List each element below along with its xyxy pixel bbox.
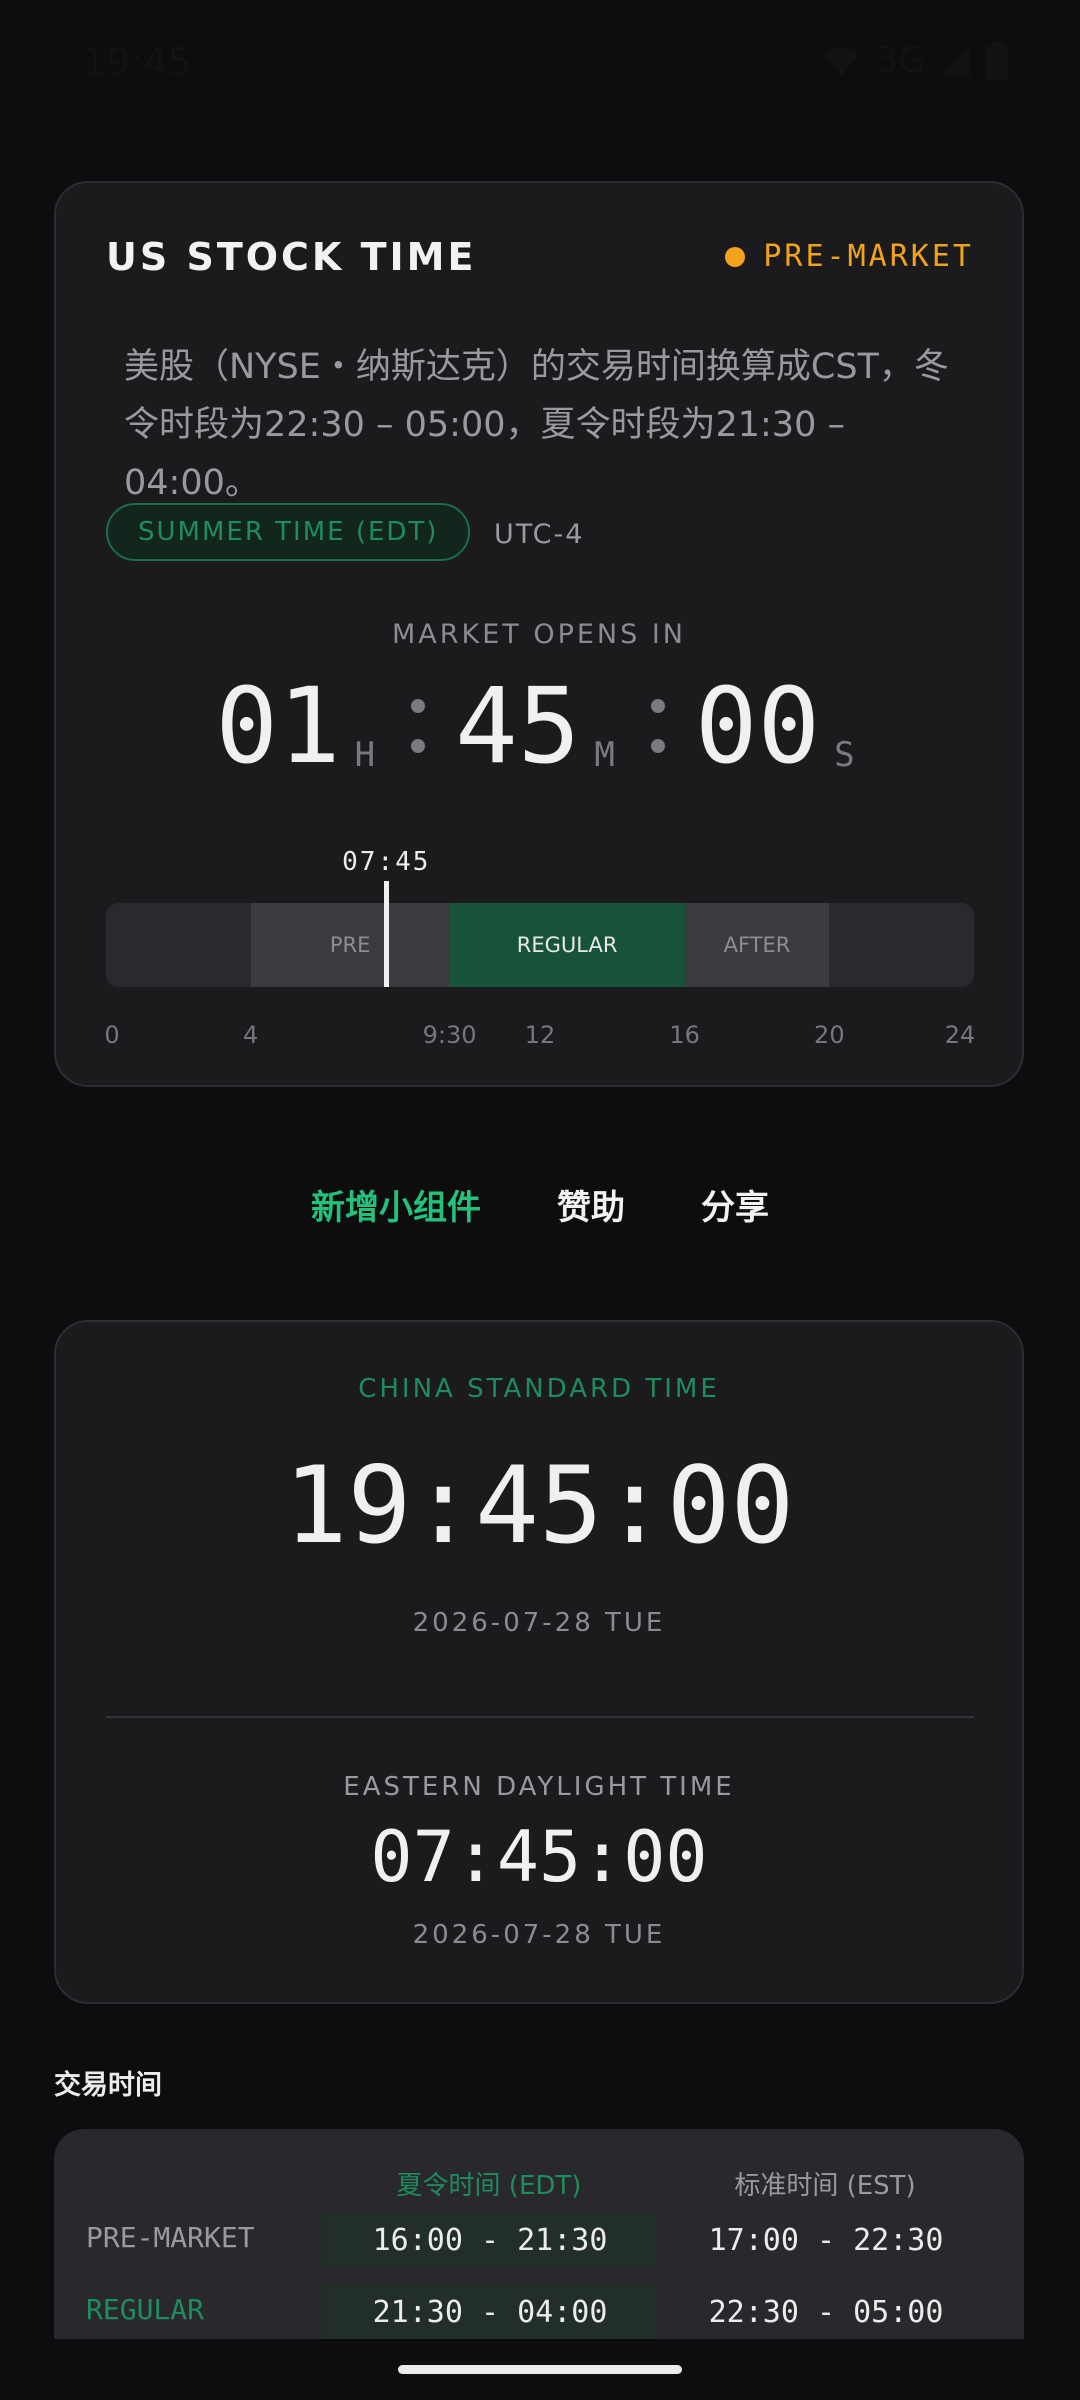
market-status-label: PRE-MARKET bbox=[763, 239, 974, 274]
timeline-tick: 16 bbox=[669, 1021, 700, 1049]
timeline-tick: 0 bbox=[104, 1021, 120, 1049]
timeline-segment-regular: REGULAR bbox=[449, 903, 685, 987]
premarket-est-cell: 17:00 - 22:30 bbox=[708, 2222, 944, 2258]
current-time-label: 07:45 bbox=[342, 847, 431, 877]
premarket-edt-cell: 16:00 - 21:30 bbox=[322, 2212, 658, 2268]
timeline-tick: 20 bbox=[814, 1021, 845, 1049]
row-label-regular: REGULAR bbox=[86, 2293, 205, 2326]
cst-time: 19:45:00 bbox=[283, 1444, 795, 1567]
row-label-premarket: PRE-MARKET bbox=[86, 2221, 255, 2254]
countdown-separator bbox=[411, 671, 426, 781]
divider bbox=[106, 1716, 974, 1718]
utc-offset: UTC-4 bbox=[494, 519, 585, 550]
action-links: 新增小组件 赞助 分享 bbox=[0, 1180, 1080, 1229]
timeline-tick: 9:30 bbox=[422, 1021, 477, 1049]
trading-hours-table: 夏令时间 (EDT) 标准时间 (EST) PRE-MARKET 16:00 -… bbox=[54, 2129, 1024, 2339]
opens-label: MARKET OPENS IN bbox=[391, 619, 687, 650]
wifi-icon bbox=[823, 46, 860, 76]
description: 美股（NYSE・纳斯达克）的交易时间换算成CST，冬令时段为22:30 – 05… bbox=[124, 347, 949, 503]
regular-est-cell: 22:30 - 05:00 bbox=[708, 2294, 944, 2330]
cst-date: 2026-07-28 TUE bbox=[412, 1608, 666, 1638]
timeline-tick: 24 bbox=[944, 1021, 976, 1049]
countdown-hours: 01 bbox=[215, 665, 341, 787]
column-header-edt: 夏令时间 (EDT) bbox=[396, 2171, 582, 2201]
edt-date: 2026-07-28 TUE bbox=[412, 1920, 666, 1950]
market-status: PRE-MARKET bbox=[725, 239, 974, 274]
timeline-tick: 4 bbox=[243, 1021, 259, 1049]
share-link[interactable]: 分享 bbox=[701, 1180, 769, 1229]
edt-time: 07:45:00 bbox=[370, 1816, 708, 1898]
status-bar: 19:45 3G bbox=[0, 0, 1080, 128]
regular-edt-cell: 21:30 - 04:00 bbox=[322, 2284, 658, 2339]
dst-badge: SUMMER TIME (EDT) bbox=[106, 503, 471, 561]
countdown-seconds-unit: S bbox=[834, 735, 855, 775]
status-dot-icon bbox=[725, 246, 746, 267]
sponsor-link[interactable]: 赞助 bbox=[557, 1180, 625, 1229]
countdown-separator bbox=[650, 671, 665, 781]
countdown-minutes: 45 bbox=[455, 665, 581, 787]
timeline-segment-pre: PRE bbox=[250, 903, 450, 987]
edt-label: EASTERN DAYLIGHT TIME bbox=[343, 1772, 735, 1802]
battery-icon bbox=[986, 41, 1008, 80]
countdown-hours-unit: H bbox=[354, 735, 376, 775]
countdown: 01 H 45 M 00 S bbox=[56, 671, 1022, 781]
signal-icon bbox=[942, 45, 970, 76]
status-icons: 3G bbox=[821, 40, 1008, 81]
timeline-segment-after: AFTER bbox=[684, 903, 830, 987]
column-header-est: 标准时间 (EST) bbox=[734, 2171, 916, 2201]
countdown-minutes-unit: M bbox=[594, 735, 615, 775]
countdown-seconds: 00 bbox=[694, 665, 821, 787]
current-time-marker bbox=[384, 881, 390, 987]
network-type: 3G bbox=[875, 40, 926, 81]
add-widget-link[interactable]: 新增小组件 bbox=[311, 1180, 481, 1229]
session-timeline: PRE REGULAR AFTER bbox=[106, 903, 974, 987]
clock-card: CHINA STANDARD TIME 19:45:00 2026-07-28 … bbox=[54, 1320, 1024, 2004]
home-indicator[interactable] bbox=[398, 2365, 682, 2374]
card-title: US STOCK TIME bbox=[106, 235, 477, 279]
timeline-tick: 12 bbox=[524, 1021, 556, 1049]
status-time: 19:45 bbox=[82, 40, 192, 84]
us-stock-card: US STOCK TIME PRE-MARKET 美股（NYSE・纳斯达克）的交… bbox=[54, 181, 1024, 1087]
trading-hours-title: 交易时间 bbox=[54, 2070, 162, 2101]
cst-label: CHINA STANDARD TIME bbox=[358, 1374, 720, 1404]
